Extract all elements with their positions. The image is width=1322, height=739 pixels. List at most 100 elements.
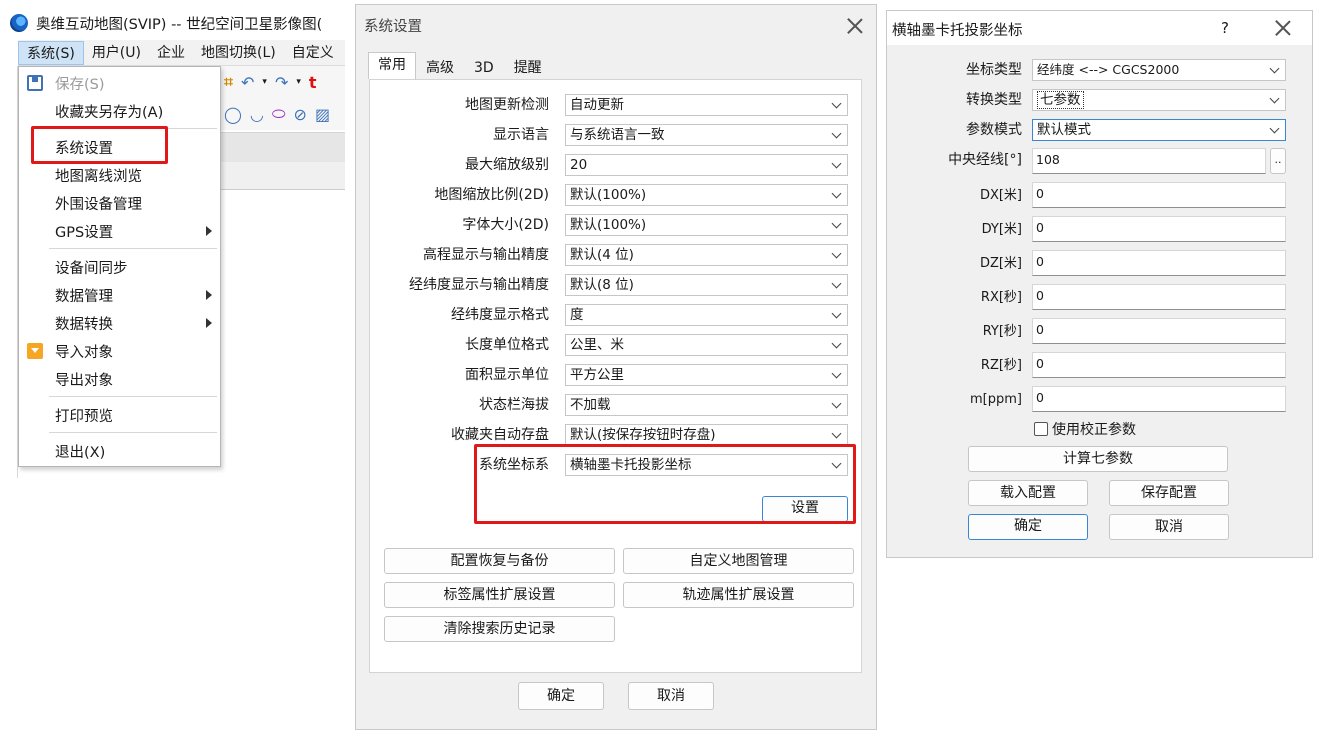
- undo-dropdown-icon[interactable]: ▾: [262, 77, 267, 87]
- app-window: 奥维互动地图(SVIP) -- 世纪空间卫星影像图( 系统(S) 用户(U) 企…: [0, 0, 345, 480]
- setting-select[interactable]: 默认(按保存按钮时存盘): [565, 424, 848, 446]
- menu-item-export-objects[interactable]: 导出对象: [19, 366, 220, 392]
- setting-select[interactable]: 默认(4 位): [565, 244, 848, 266]
- coord-type-label: 坐标类型: [966, 62, 1022, 78]
- clear-search-history-button[interactable]: 清除搜索历史记录: [384, 616, 615, 642]
- settings-ok-button[interactable]: 确定: [518, 682, 604, 710]
- menu-item-device-sync[interactable]: 设备间同步: [19, 254, 220, 280]
- param-label: DY[米]: [981, 222, 1022, 237]
- menubar: 系统(S) 用户(U) 企业 地图切换(L) 自定义: [18, 40, 345, 66]
- menu-item-print-preview[interactable]: 打印预览: [19, 402, 220, 428]
- param-input[interactable]: 0: [1032, 284, 1286, 310]
- sector-tool-icon[interactable]: ⊘: [294, 105, 307, 124]
- arc-tool-icon[interactable]: ◡: [250, 105, 264, 124]
- dialog-title: 系统设置: [364, 19, 422, 35]
- chevron-down-icon: [831, 368, 842, 379]
- menu-item-import-objects[interactable]: 导入对象: [19, 338, 220, 364]
- settings-tabs: 常用 高级 3D 提醒: [368, 52, 552, 79]
- panel-header-strip: [220, 132, 345, 162]
- save-icon: [27, 75, 43, 91]
- param-input[interactable]: 0: [1032, 216, 1286, 242]
- ovital-logo-icon: [10, 14, 28, 32]
- undo-icon[interactable]: ↶: [241, 73, 254, 92]
- use-correction-checkbox[interactable]: [1034, 422, 1048, 436]
- chevron-down-icon: [831, 98, 842, 109]
- settings-cancel-button[interactable]: 取消: [628, 682, 714, 710]
- rectangle-tool-icon[interactable]: ▨: [315, 105, 330, 124]
- dialog-title: 横轴墨卡托投影坐标: [892, 23, 1023, 39]
- tab-reminder[interactable]: 提醒: [504, 55, 552, 79]
- select-value: 默认模式: [1037, 122, 1091, 138]
- param-input[interactable]: 0: [1032, 250, 1286, 276]
- setting-label: 地图更新检测: [465, 97, 549, 113]
- projection-cancel-button[interactable]: 取消: [1109, 514, 1229, 540]
- setting-select[interactable]: 平方公里: [565, 364, 848, 386]
- chevron-down-icon: [831, 128, 842, 139]
- tab-common[interactable]: 常用: [368, 52, 416, 79]
- param-input[interactable]: 0: [1032, 318, 1286, 344]
- setting-select[interactable]: 20: [565, 154, 848, 176]
- chevron-down-icon: [831, 338, 842, 349]
- close-icon[interactable]: [847, 18, 863, 34]
- menu-user[interactable]: 用户(U): [84, 41, 149, 65]
- save-config-button[interactable]: 保存配置: [1109, 480, 1229, 506]
- submenu-arrow-icon: [206, 226, 212, 236]
- tab-advanced[interactable]: 高级: [416, 55, 464, 79]
- load-config-button[interactable]: 载入配置: [968, 480, 1088, 506]
- setting-select[interactable]: 默认(8 位): [565, 274, 848, 296]
- setting-label: 长度单位格式: [465, 337, 549, 353]
- menu-map-switch[interactable]: 地图切换(L): [193, 41, 284, 65]
- delete-icon[interactable]: t: [309, 73, 317, 92]
- param-input[interactable]: 0: [1032, 182, 1286, 208]
- central-meridian-input[interactable]: 108: [1032, 148, 1266, 174]
- menu-item-offline-map[interactable]: 地图离线浏览: [19, 162, 220, 188]
- tab-3d[interactable]: 3D: [464, 55, 504, 79]
- setting-select[interactable]: 默认(100%): [565, 184, 848, 206]
- panel-tab-strip: [220, 162, 345, 190]
- setting-select[interactable]: 度: [565, 304, 848, 326]
- calculate-seven-params-button[interactable]: 计算七参数: [968, 446, 1228, 472]
- custom-map-management-button[interactable]: 自定义地图管理: [623, 548, 854, 574]
- menu-separator: [49, 396, 217, 397]
- menu-item-save-favorites-as[interactable]: 收藏夹另存为(A): [19, 98, 220, 124]
- crop-tool-icon[interactable]: ⌗: [224, 72, 233, 92]
- menu-item-gps-settings[interactable]: GPS设置: [19, 218, 220, 244]
- coord-type-select[interactable]: 经纬度 <--> CGCS2000: [1032, 59, 1286, 81]
- menu-item-label: 地图离线浏览: [55, 168, 142, 185]
- setting-select[interactable]: 默认(100%): [565, 214, 848, 236]
- ellipse-tool-icon[interactable]: ⬭: [272, 104, 286, 124]
- setting-select[interactable]: 与系统语言一致: [565, 124, 848, 146]
- menu-item-peripherals[interactable]: 外围设备管理: [19, 190, 220, 216]
- browse-button[interactable]: ..: [1270, 148, 1286, 174]
- menu-item-exit[interactable]: 退出(X): [19, 438, 220, 464]
- projection-ok-button[interactable]: 确定: [968, 514, 1088, 540]
- param-mode-select[interactable]: 默认模式: [1032, 119, 1286, 141]
- redo-icon[interactable]: ↷: [275, 73, 288, 92]
- menu-item-save[interactable]: 保存(S): [19, 70, 220, 96]
- setting-label: 收藏夹自动存盘: [451, 427, 549, 443]
- help-icon[interactable]: ?: [1221, 19, 1229, 37]
- circle-tool-icon[interactable]: ◯: [224, 105, 242, 124]
- track-attribute-extension-button[interactable]: 轨迹属性扩展设置: [623, 582, 854, 608]
- param-input[interactable]: 0: [1032, 352, 1286, 378]
- param-input[interactable]: 0: [1032, 386, 1286, 412]
- config-restore-backup-button[interactable]: 配置恢复与备份: [384, 548, 615, 574]
- setting-label: 状态栏海拔: [479, 397, 549, 413]
- menu-item-data-conversion[interactable]: 数据转换: [19, 310, 220, 336]
- menu-item-data-management[interactable]: 数据管理: [19, 282, 220, 308]
- setting-select[interactable]: 自动更新: [565, 94, 848, 116]
- setting-select[interactable]: 不加载: [565, 394, 848, 416]
- close-icon[interactable]: [1275, 20, 1291, 36]
- redo-dropdown-icon[interactable]: ▾: [296, 77, 301, 87]
- menu-custom[interactable]: 自定义: [284, 41, 342, 65]
- setting-select[interactable]: 公里、米: [565, 334, 848, 356]
- transform-type-select[interactable]: 七参数: [1032, 89, 1286, 111]
- param-label: m[ppm]: [970, 392, 1022, 407]
- menu-item-label: 退出(X): [55, 444, 106, 461]
- app-left-edge: [10, 66, 18, 478]
- select-value: 默认(100%): [570, 217, 647, 233]
- label-attribute-extension-button[interactable]: 标签属性扩展设置: [384, 582, 615, 608]
- menu-enterprise[interactable]: 企业: [149, 41, 193, 65]
- menu-item-label: 数据管理: [55, 288, 113, 305]
- menu-system[interactable]: 系统(S): [18, 40, 84, 65]
